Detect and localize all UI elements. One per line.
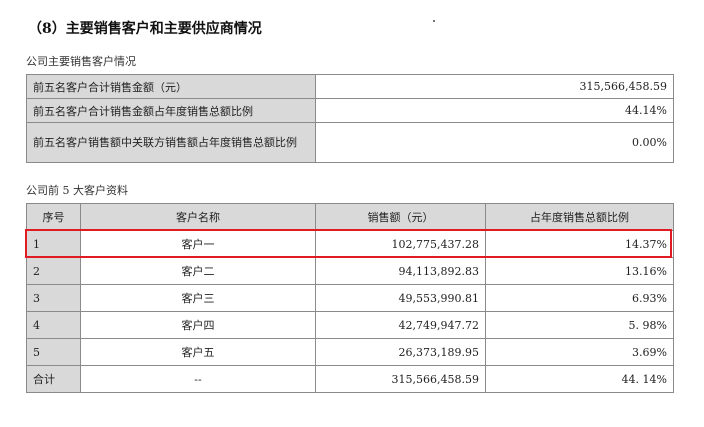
summary-label: 前五名客户合计销售金额占年度销售总额比例 <box>26 98 316 123</box>
row-ratio: 13.16% <box>485 257 674 285</box>
row-amount: 49,553,990.81 <box>315 284 486 312</box>
col-header-amount: 销售额（元） <box>315 203 486 231</box>
row-amount: 42,749,947.72 <box>315 311 486 339</box>
summary-label: 前五名客户合计销售金额（元） <box>26 74 316 99</box>
row-amount: 94,113,892.83 <box>315 257 486 285</box>
row-index: 4 <box>26 311 81 339</box>
row-amount: 26,373,189.95 <box>315 338 486 366</box>
row-customer-name: 客户一 <box>80 230 316 258</box>
row-ratio: 14.37% <box>485 230 674 258</box>
summary-value: 44.14% <box>315 98 674 123</box>
summary-title: 公司主要销售客户情况 <box>26 55 136 68</box>
col-header-index: 序号 <box>26 203 81 231</box>
summary-table: 前五名客户合计销售金额（元） 315,566,458.59 前五名客户合计销售金… <box>26 74 674 163</box>
row-ratio: 44. 14% <box>485 365 674 393</box>
table-row: 3 客户三 49,553,990.81 6.93% <box>26 284 674 312</box>
row-customer-name: 客户二 <box>80 257 316 285</box>
row-index: 1 <box>26 230 81 258</box>
row-amount: 315,566,458.59 <box>315 365 486 393</box>
row-customer-name: 客户三 <box>80 284 316 312</box>
summary-row: 前五名客户销售额中关联方销售额占年度销售总额比例 0.00% <box>26 122 674 163</box>
summary-row: 前五名客户合计销售金额占年度销售总额比例 44.14% <box>26 98 674 123</box>
row-index: 5 <box>26 338 81 366</box>
row-ratio: 5. 98% <box>485 311 674 339</box>
table-row: 2 客户二 94,113,892.83 13.16% <box>26 257 674 285</box>
row-ratio: 6.93% <box>485 284 674 312</box>
row-index: 合计 <box>26 365 81 393</box>
row-customer-name: -- <box>80 365 316 393</box>
col-header-name: 客户名称 <box>80 203 316 231</box>
table-row: 5 客户五 26,373,189.95 3.69% <box>26 338 674 366</box>
row-customer-name: 客户五 <box>80 338 316 366</box>
top5-title: 公司前 5 大客户资料 <box>26 184 128 197</box>
summary-value: 0.00% <box>315 122 674 163</box>
total-row: 合计 -- 315,566,458.59 44. 14% <box>26 365 674 393</box>
row-amount: 102,775,437.28 <box>315 230 486 258</box>
section-heading: （8）主要销售客户和主要供应商情况 <box>28 21 262 37</box>
row-index: 2 <box>26 257 81 285</box>
summary-label: 前五名客户销售额中关联方销售额占年度销售总额比例 <box>26 122 316 163</box>
table-row: 1 客户一 102,775,437.28 14.37% <box>26 230 674 258</box>
summary-row: 前五名客户合计销售金额（元） 315,566,458.59 <box>26 74 674 99</box>
table-row: 4 客户四 42,749,947.72 5. 98% <box>26 311 674 339</box>
row-ratio: 3.69% <box>485 338 674 366</box>
summary-value: 315,566,458.59 <box>315 74 674 99</box>
header-row: 序号 客户名称 销售额（元） 占年度销售总额比例 <box>26 203 674 231</box>
row-customer-name: 客户四 <box>80 311 316 339</box>
top5-table: 序号 客户名称 销售额（元） 占年度销售总额比例 1 客户一 102,775,4… <box>26 203 674 393</box>
row-index: 3 <box>26 284 81 312</box>
col-header-ratio: 占年度销售总额比例 <box>485 203 674 231</box>
stray-dot <box>433 20 435 22</box>
